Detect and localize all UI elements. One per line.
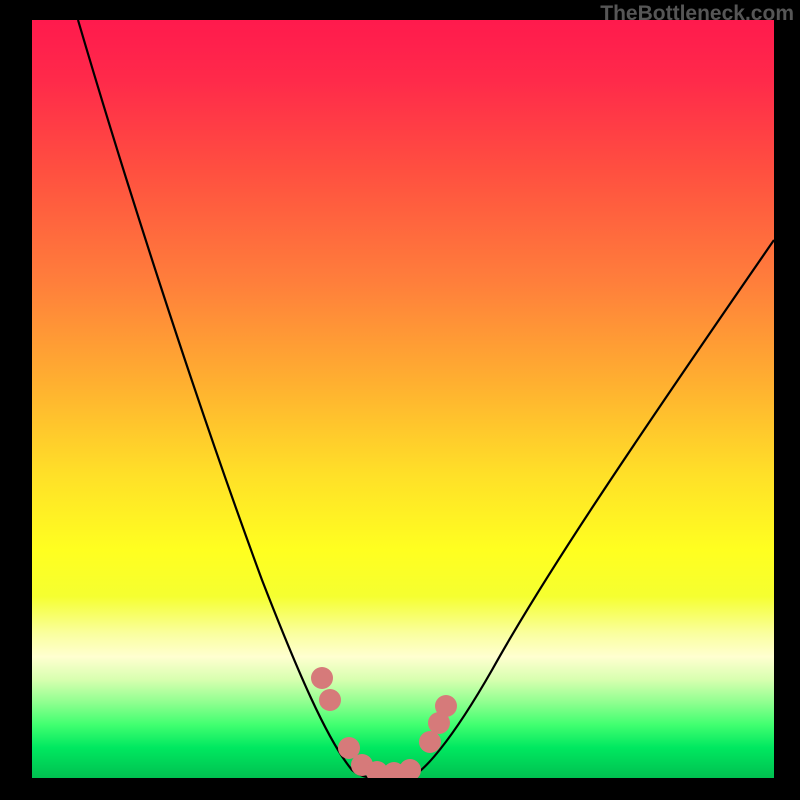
chart-frame: TheBottleneck.com	[0, 0, 800, 800]
right-curve	[408, 240, 774, 778]
curve-overlay	[32, 20, 774, 778]
left-curve	[78, 20, 374, 778]
marker-group	[311, 667, 457, 778]
chart-plot-area	[32, 20, 774, 778]
watermark-text: TheBottleneck.com	[600, 2, 794, 26]
